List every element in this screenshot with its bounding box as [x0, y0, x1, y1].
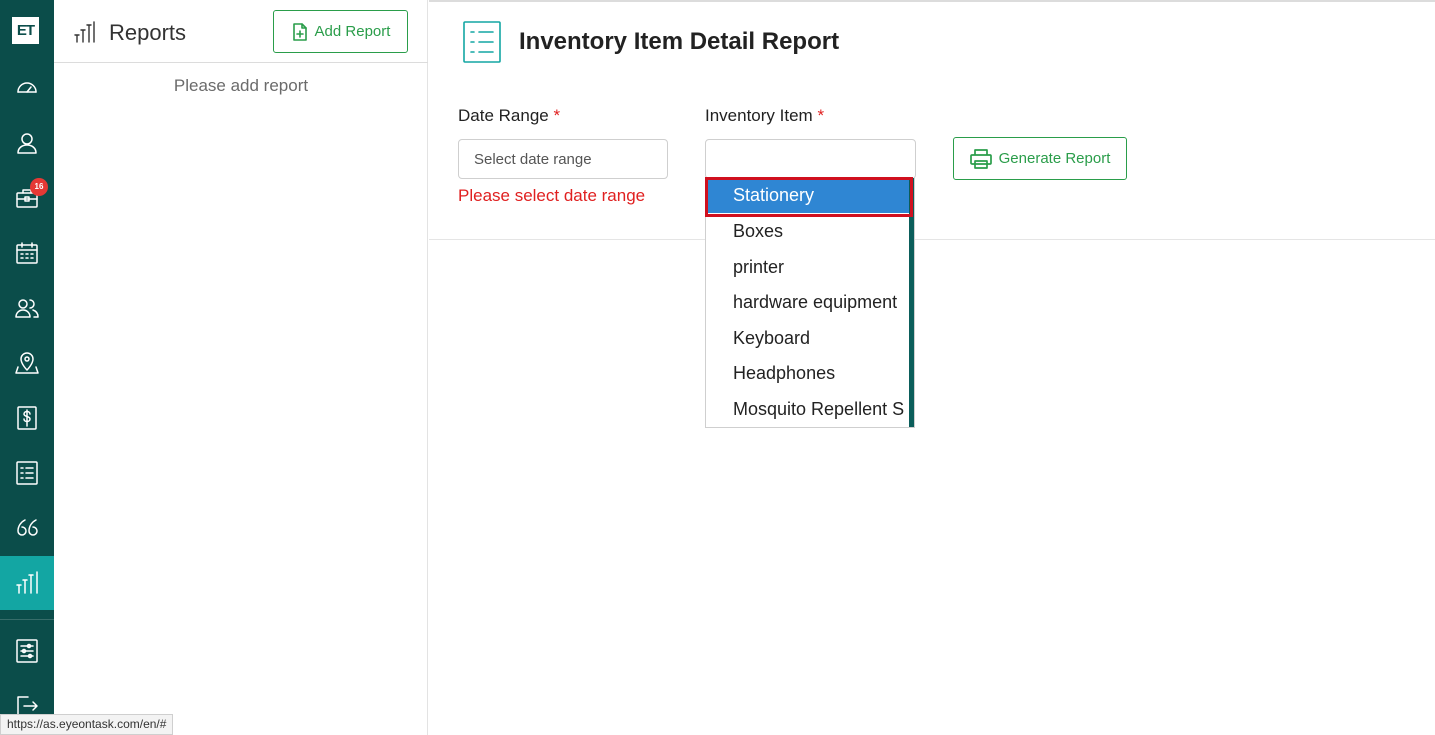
team-nav-item[interactable]	[0, 281, 54, 335]
reports-panel: Reports Add Report Please add report	[54, 0, 428, 735]
date-range-input[interactable]	[458, 139, 668, 179]
reports-bars-icon	[16, 571, 38, 594]
inventory-item-label-text: Inventory Item	[705, 106, 813, 125]
add-file-icon	[292, 22, 307, 41]
dollar-icon	[17, 406, 37, 430]
reports-panel-icon	[74, 20, 96, 44]
reports-bars-icon	[74, 21, 95, 43]
top-border	[429, 0, 1435, 2]
required-mark: *	[817, 106, 825, 125]
dropdown-option[interactable]: Stationery	[706, 178, 911, 213]
dropdown-option[interactable]: Headphones	[706, 356, 911, 391]
map-location-icon	[15, 352, 39, 374]
empty-reports-message: Please add report	[173, 76, 309, 95]
dropdown-option[interactable]: hardware equipment	[706, 285, 911, 320]
notification-badge: 16	[30, 178, 48, 196]
calendar-icon	[16, 242, 38, 264]
date-range-label-text: Date Range	[458, 106, 549, 125]
settings-sliders-icon	[16, 639, 38, 663]
required-mark: *	[553, 106, 561, 125]
reports-nav-item[interactable]	[0, 556, 54, 610]
dropdown-option[interactable]: printer	[706, 250, 911, 285]
quotes-nav-item[interactable]	[0, 501, 54, 555]
icon-sidebar: ET 16	[0, 0, 54, 735]
reports-panel-header: Reports Add Report	[54, 0, 428, 63]
rail-divider	[0, 619, 54, 620]
printer-icon	[969, 148, 992, 169]
lists-nav-item[interactable]	[0, 446, 54, 500]
list-document-icon	[463, 21, 501, 63]
dropdown-scrollbar[interactable]	[909, 178, 914, 427]
report-main: Inventory Item Detail Report Date Range …	[429, 0, 1435, 735]
quote-icon	[17, 519, 38, 536]
reports-panel-title: Reports	[109, 20, 187, 45]
dashboard-nav-item[interactable]	[0, 61, 54, 115]
report-header-icon	[461, 20, 503, 64]
locations-nav-item[interactable]	[0, 336, 54, 390]
inventory-item-dropdown: Stationery Boxes printer hardware equipm…	[705, 178, 915, 428]
dropdown-option[interactable]: Boxes	[706, 214, 911, 249]
status-bar-url: https://as.eyeontask.com/en/#	[0, 714, 174, 735]
list-icon	[16, 461, 38, 485]
generate-report-button[interactable]: Generate Report	[953, 137, 1127, 180]
user-icon	[17, 133, 37, 154]
add-report-label: Add Report	[314, 23, 391, 40]
date-range-label: Date Range *	[458, 106, 560, 126]
profile-nav-item[interactable]	[0, 116, 54, 170]
add-report-button[interactable]: Add Report	[273, 10, 408, 53]
inventory-item-label: Inventory Item *	[705, 106, 824, 126]
dropdown-option[interactable]: Keyboard	[706, 321, 911, 356]
inventory-item-select[interactable]	[705, 139, 916, 179]
calendar-nav-item[interactable]	[0, 226, 54, 280]
dropdown-option[interactable]: Mosquito Repellent S	[706, 392, 911, 427]
team-icon	[15, 299, 39, 318]
date-range-error: Please select date range	[458, 186, 646, 205]
settings-nav-item[interactable]	[0, 624, 54, 678]
jobs-nav-item[interactable]	[0, 171, 54, 225]
app-logo[interactable]: ET	[12, 17, 39, 44]
page-title: Inventory Item Detail Report	[519, 28, 840, 55]
generate-report-label: Generate Report	[998, 150, 1111, 167]
finance-nav-item[interactable]	[0, 391, 54, 445]
dashboard-gauge-icon	[17, 82, 37, 93]
